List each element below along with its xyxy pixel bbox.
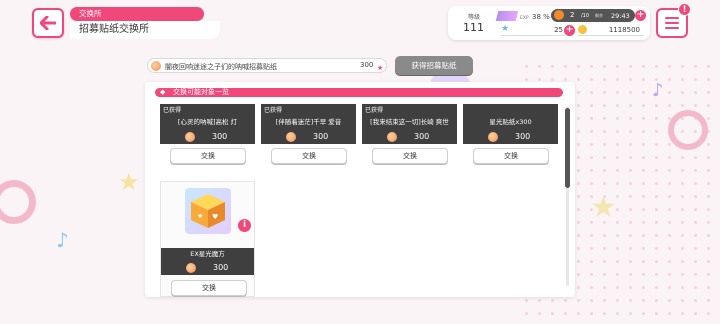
stamina-plus-button[interactable]: + — [635, 10, 646, 21]
star-plus-button[interactable]: + — [564, 25, 575, 36]
background-star: ★ — [590, 190, 617, 225]
background-ring — [668, 110, 708, 150]
background-note: ♪ — [652, 80, 664, 101]
stamina-max: /10 — [581, 12, 590, 19]
exchange-button[interactable]: 交换 — [170, 148, 246, 164]
ticket-orb-icon — [488, 132, 498, 142]
item-price: 300 — [213, 263, 229, 272]
exchange-item: ★ ♥ i EX星光魔方 300 交换 — [160, 181, 255, 297]
star-icon: ★ — [377, 64, 384, 72]
price-row: 300 — [261, 130, 356, 144]
info-icon[interactable]: i — [238, 219, 251, 232]
exchange-button[interactable]: 交换 — [473, 148, 549, 164]
coin-icon — [578, 25, 587, 34]
get-ticket-button[interactable]: 获得招募贴纸 — [395, 56, 473, 75]
coin-value: 1118500 — [608, 26, 640, 34]
ticket-orb-icon — [186, 263, 196, 273]
exchange-button[interactable]: 交换 — [372, 148, 448, 164]
exchange-button[interactable]: 交换 — [171, 280, 247, 296]
owned-label — [463, 104, 558, 117]
coin-counter: 1118500 — [578, 25, 644, 36]
player-status: 等级 111 EXP 38 % 2 /10 剩余 29:43 + ★ 25 + … — [448, 6, 650, 40]
owned-label: 已获得 — [362, 104, 457, 117]
exchange-item: 已获得 [心灵的呐喊]高松 灯 300 交换 — [160, 104, 255, 170]
price-row: 300 — [160, 130, 255, 144]
price-row: 300 — [463, 130, 558, 144]
level-value: 111 — [463, 21, 484, 34]
item-name: [伴随着迷茫]千早 爱音 — [261, 117, 356, 130]
exp-percent: 38 % — [532, 13, 550, 21]
ticket-orb-icon — [185, 132, 195, 142]
price-row: 300 — [161, 261, 254, 275]
item-price: 300 — [212, 132, 228, 141]
exchange-button[interactable]: 交换 — [271, 148, 347, 164]
breadcrumb: 交换所 — [70, 7, 204, 21]
owned-label: 已获得 — [160, 104, 255, 117]
svg-text:♥: ♥ — [212, 213, 218, 221]
background-note: ♪ — [56, 228, 69, 252]
stamina-timer: 29:43 — [611, 11, 630, 20]
exchange-item: 已获得 [我来结束这一切]长崎 爽世 300 交换 — [362, 104, 457, 170]
owned-label: 已获得 — [261, 104, 356, 117]
ticket-orb-icon — [286, 132, 296, 142]
exp-label: EXP — [520, 16, 529, 21]
notification-badge: ! — [678, 3, 691, 16]
panel-header-label: 交换可能对象一览 — [173, 88, 229, 96]
star-cube-icon: ★ ♥ — [185, 188, 231, 234]
stamina-box: 2 /10 剩余 29:43 — [551, 9, 635, 22]
ticket-icon: ◆ — [160, 88, 166, 96]
scrollbar-thumb[interactable] — [565, 108, 570, 188]
level-label: 等级 — [468, 14, 481, 21]
svg-text:★: ★ — [197, 212, 203, 220]
item-name: [心灵的呐喊]高松 灯 — [160, 117, 255, 130]
item-price: 300 — [515, 132, 531, 141]
star-icon: ★ — [501, 24, 510, 34]
star-counter: ★ 25 — [501, 24, 565, 36]
star-value: 25 — [554, 26, 563, 34]
item-price: 300 — [313, 132, 329, 141]
ticket-info: 闇夜回响迷途之子们的呐喊招募贴纸 — [147, 58, 387, 73]
ticket-orb-icon — [387, 132, 397, 142]
item-price: 300 — [414, 132, 430, 141]
background-star: ★ — [118, 168, 140, 196]
ticket-name: 闇夜回响迷途之子们的呐喊招募贴纸 — [165, 63, 277, 71]
item-name: 星光贴纸x300 — [463, 117, 558, 130]
background-ring — [0, 180, 36, 224]
ticket-count: 300 — [360, 61, 374, 69]
exchange-item: 已获得 [伴随着迷茫]千早 爱音 300 交换 — [261, 104, 356, 170]
ticket-orb-icon — [151, 61, 161, 71]
stamina-current: 2 — [570, 11, 575, 19]
back-button[interactable] — [32, 8, 64, 38]
hamburger-icon — [665, 17, 679, 19]
page-title: 招募贴纸交换所 — [70, 21, 220, 39]
item-name: [我来结束这一切]长崎 爽世 — [362, 117, 457, 130]
price-row: 300 — [362, 130, 457, 144]
flame-icon — [554, 10, 564, 20]
item-name: EX星光魔方 — [161, 248, 254, 261]
exp-bar — [495, 11, 519, 21]
stamina-sublabel: 剩余 — [595, 13, 603, 18]
cube-image: ★ ♥ — [191, 194, 225, 228]
exchange-item: 星光贴纸x300 300 交换 — [463, 104, 558, 170]
arrow-left-icon — [40, 16, 56, 30]
